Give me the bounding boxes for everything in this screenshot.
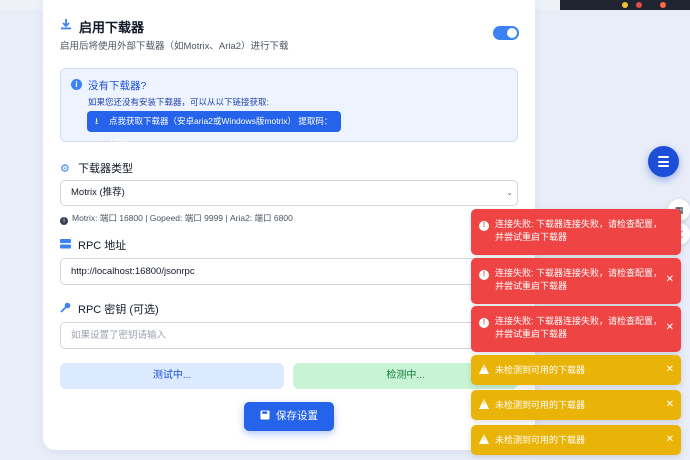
enable-downloader-description: 启用后将使用外部下载器（如Motrix、Aria2）进行下载 xyxy=(60,41,289,52)
warning-toast: ! 未检测到可用的下载器 ✕ xyxy=(471,355,681,385)
gear-icon: ⚙ xyxy=(60,163,70,175)
no-downloader-title: 没有下载器? xyxy=(88,80,147,92)
test-connection-button[interactable]: 测试中... xyxy=(60,363,284,389)
warning-toast: ! 未检测到可用的下载器 ✕ xyxy=(471,390,681,420)
save-settings-label: 保存设置 xyxy=(276,410,318,422)
no-downloader-info-box: i 没有下载器? 如果您还没有安装下载器，可以从以下链接获取: ⭳ 点我获取下载… xyxy=(60,68,518,147)
toast-message: 连接失败: 下载器连接失败，请检查配置，并尝试重启下载器 xyxy=(495,268,663,291)
toast-message: 未检测到可用的下载器 xyxy=(495,435,586,445)
close-icon[interactable]: ✕ xyxy=(666,399,674,410)
close-icon[interactable]: ✕ xyxy=(666,434,674,445)
warning-icon: ! xyxy=(479,364,489,374)
info-icon: i xyxy=(71,79,82,90)
error-toast: ! 连接失败: 下载器连接失败，请检查配置，并尝试重启下载器 ✕ xyxy=(471,306,681,352)
download-icon: ⭳ xyxy=(95,116,99,126)
toast-message: 未检测到可用的下载器 xyxy=(495,365,586,375)
close-icon[interactable]: ✕ xyxy=(666,274,674,285)
rpc-address-input[interactable] xyxy=(60,258,518,285)
enable-downloader-toggle[interactable] xyxy=(493,26,519,40)
menu-icon xyxy=(658,160,669,163)
downloader-type-label: ⚙ 下载器类型 xyxy=(60,163,133,175)
key-icon xyxy=(60,302,72,316)
menu-fab-button[interactable] xyxy=(648,146,679,177)
port-hint: i Motrix: 端口 16800 | Gopeed: 端口 9999 | Ar… xyxy=(60,212,293,225)
error-icon: ! xyxy=(479,270,489,280)
warning-icon: ! xyxy=(479,399,489,409)
close-icon[interactable]: ✕ xyxy=(666,322,674,333)
server-icon xyxy=(60,239,72,252)
warning-icon: ! xyxy=(479,434,489,444)
save-settings-button[interactable]: 保存设置 xyxy=(244,402,334,431)
toggle-knob xyxy=(507,28,517,38)
menu-icon xyxy=(658,165,669,167)
toast-message: 连接失败: 下载器连接失败，请检查配置，并尝试重启下载器 xyxy=(495,219,663,242)
get-downloader-link-button[interactable]: ⭳ 点我获取下载器（安卓aria2或Windows版motrix） 提取码： 1… xyxy=(87,111,341,147)
get-downloader-link-label: 点我获取下载器（安卓aria2或Windows版motrix） 提取码： 123… xyxy=(109,116,333,147)
error-toast: ! 连接失败: 下载器连接失败，请检查配置，并尝试重启下载器 xyxy=(471,209,681,255)
downloader-type-selected: Motrix (推荐) xyxy=(71,187,125,198)
info-icon: i xyxy=(60,217,68,225)
chevron-down-icon: ⌄ xyxy=(506,188,513,197)
error-toast: ! 连接失败: 下载器连接失败，请检查配置，并尝试重启下载器 ✕ xyxy=(471,258,681,304)
extension-icon[interactable] xyxy=(660,2,666,8)
error-icon: ! xyxy=(479,318,489,328)
toast-message: 未检测到可用的下载器 xyxy=(495,400,586,410)
enable-downloader-title: 启用下载器 xyxy=(79,20,145,35)
save-icon xyxy=(260,403,270,432)
rpc-secret-label: RPC 密钥 (可选) xyxy=(60,301,159,317)
download-icon xyxy=(61,19,71,30)
close-icon[interactable]: ✕ xyxy=(666,364,674,375)
toast-message: 连接失败: 下载器连接失败，请检查配置，并尝试重启下载器 xyxy=(495,316,663,339)
rpc-secret-input[interactable] xyxy=(60,322,518,349)
downloader-type-select[interactable]: Motrix (推荐) ⌄ xyxy=(60,180,518,206)
menu-icon xyxy=(658,156,669,158)
error-icon: ! xyxy=(479,221,489,231)
downloader-settings-card: 启用下载器 启用后将使用外部下载器（如Motrix、Aria2）进行下载 i 没… xyxy=(43,0,535,450)
extension-icon[interactable] xyxy=(622,2,628,8)
extension-icon[interactable] xyxy=(636,2,642,8)
no-downloader-text: 如果您还没有安装下载器，可以从以下链接获取: xyxy=(88,97,269,107)
warning-toast: ! 未检测到可用的下载器 ✕ xyxy=(471,425,681,455)
rpc-address-label: RPC 地址 xyxy=(60,237,126,253)
